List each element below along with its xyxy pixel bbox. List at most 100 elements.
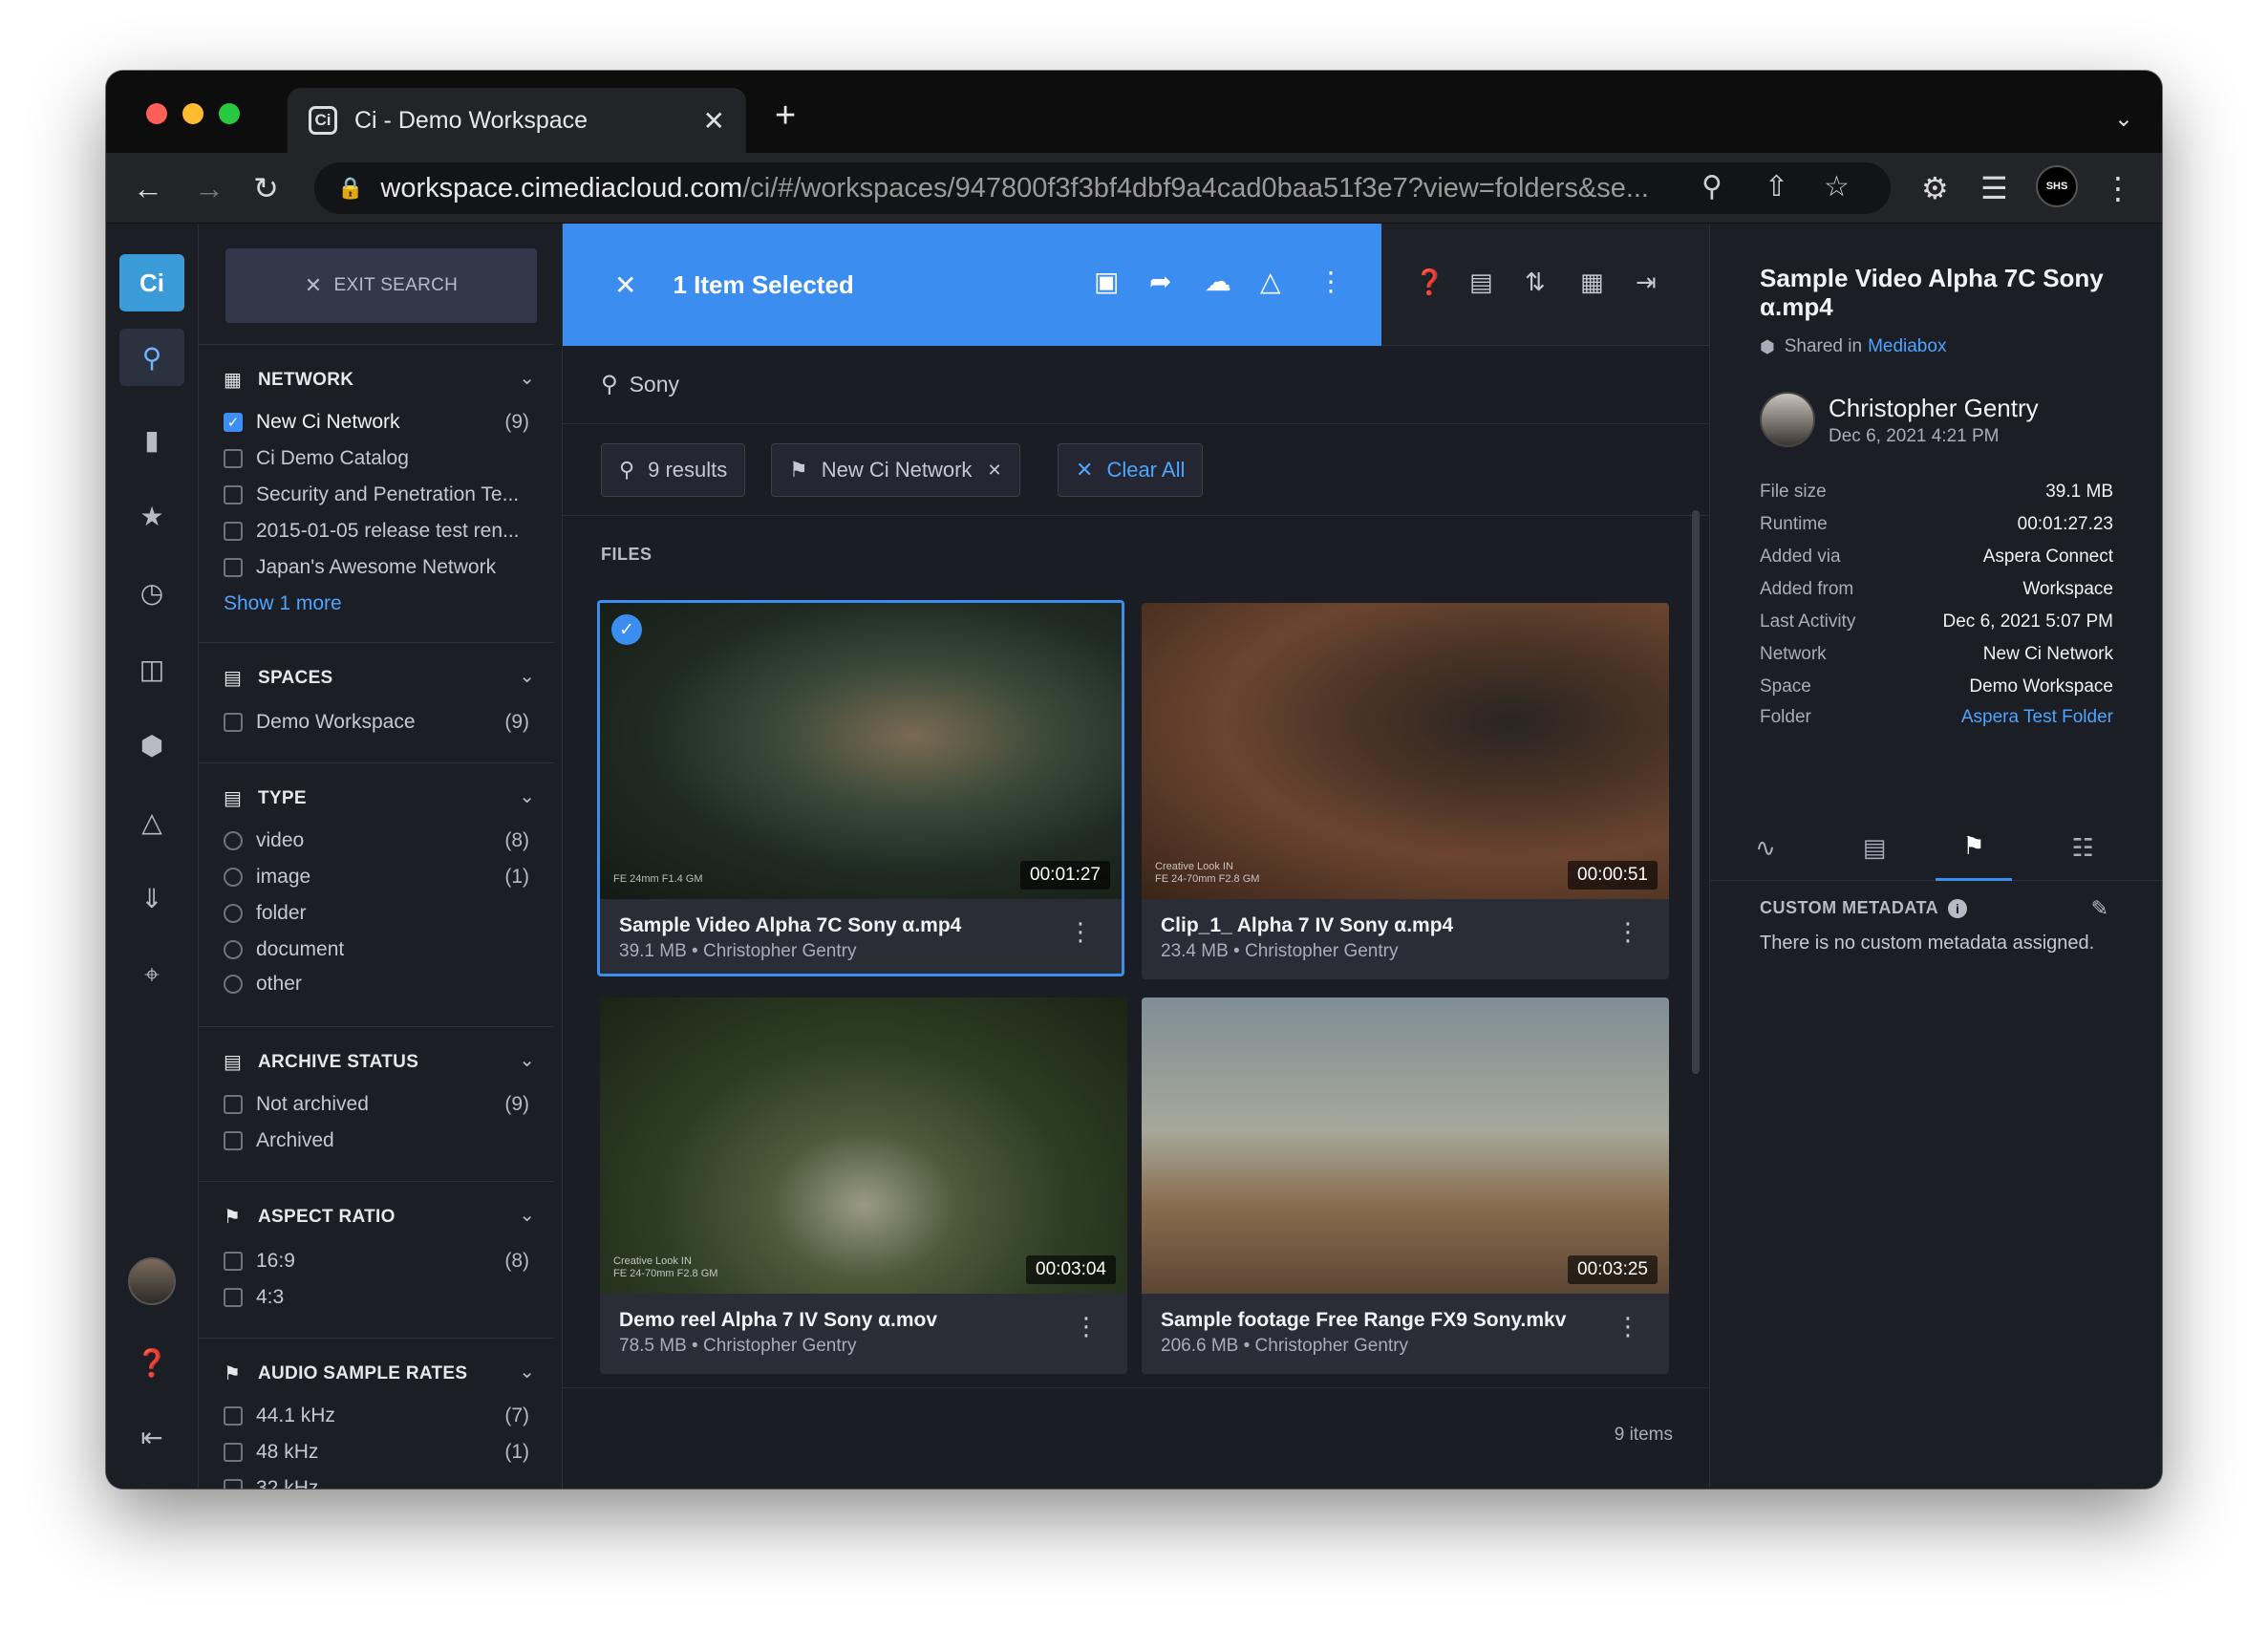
more-vertical-icon[interactable]: ⋮ bbox=[1317, 266, 1344, 297]
new-tab-button[interactable]: + bbox=[775, 97, 796, 134]
tab-close-icon[interactable]: ✕ bbox=[703, 105, 725, 137]
radio[interactable] bbox=[224, 940, 243, 959]
more-vertical-icon[interactable]: ⋮ bbox=[1615, 919, 1640, 944]
search-input[interactable]: ⚲ Sony bbox=[563, 346, 1709, 424]
filter-option[interactable]: Archived bbox=[224, 1126, 529, 1155]
filter-option[interactable]: 2015-01-05 release test ren... bbox=[224, 517, 529, 546]
radio[interactable] bbox=[224, 831, 243, 850]
cloud-outline-icon[interactable]: △ bbox=[1260, 266, 1281, 297]
filter-option[interactable]: ✓ New Ci Network (9) bbox=[224, 408, 529, 437]
chevron-down-icon[interactable]: ⌄ bbox=[519, 784, 535, 808]
filter-option[interactable]: Demo Workspace (9) bbox=[224, 708, 529, 737]
sort-icon[interactable]: ⇅ bbox=[1525, 268, 1546, 297]
minimize-window-button[interactable] bbox=[182, 103, 203, 124]
filter-option[interactable]: 32 kHz bbox=[224, 1474, 529, 1489]
download-icon[interactable]: ⇓ bbox=[119, 869, 184, 927]
file-card[interactable]: FE 24mm F1.4 GM 00:01:27 ✓ Sample Video … bbox=[597, 600, 1124, 976]
section-header[interactable]: ▤ ARCHIVE STATUS bbox=[224, 1050, 418, 1074]
more-vertical-icon[interactable]: ⋮ bbox=[1074, 1314, 1099, 1339]
back-icon[interactable]: ← bbox=[133, 170, 163, 206]
filter-option[interactable]: 16:9 (8) bbox=[224, 1247, 529, 1276]
browser-tab[interactable]: Ci Ci - Demo Workspace ✕ bbox=[288, 88, 746, 153]
user-avatar[interactable] bbox=[128, 1257, 176, 1305]
checkbox[interactable] bbox=[224, 713, 243, 732]
results-scrollbar[interactable] bbox=[1692, 510, 1700, 1074]
checkbox[interactable] bbox=[224, 1443, 243, 1462]
edit-pencil-icon[interactable]: ✎ bbox=[2091, 896, 2108, 921]
filter-option[interactable]: Japan's Awesome Network bbox=[224, 553, 529, 582]
info-icon[interactable]: i bbox=[1948, 898, 1968, 918]
profile-avatar[interactable]: SHS bbox=[2036, 165, 2078, 207]
checkbox[interactable] bbox=[224, 1095, 243, 1114]
filter-option[interactable]: Not archived (9) bbox=[224, 1090, 529, 1119]
zoom-window-button[interactable] bbox=[219, 103, 240, 124]
forward-icon[interactable]: → bbox=[194, 170, 225, 206]
clear-selection-icon[interactable]: ✕ bbox=[614, 269, 636, 301]
zoom-icon[interactable]: ⚲ bbox=[1701, 170, 1722, 204]
filter-option[interactable]: video (8) bbox=[224, 826, 529, 855]
video-thumbnail[interactable]: Creative Look IN FE 24-70mm F2.8 GM 00:0… bbox=[600, 997, 1127, 1294]
cloud-download-icon[interactable]: ☁ bbox=[1205, 266, 1231, 297]
chevron-down-icon[interactable]: ⌄ bbox=[519, 1360, 535, 1383]
checkbox[interactable] bbox=[224, 1131, 243, 1150]
target-icon[interactable]: ⌖ bbox=[119, 946, 184, 1003]
help-icon[interactable]: ❓ bbox=[1414, 268, 1444, 297]
clear-all-button[interactable]: ✕ Clear All bbox=[1058, 443, 1204, 497]
image-icon[interactable]: ▣ bbox=[1094, 266, 1119, 297]
section-header[interactable]: ▤ SPACES bbox=[224, 666, 333, 690]
file-card[interactable]: 00:03:25 Sample footage Free Range FX9 S… bbox=[1142, 997, 1669, 1374]
tab-tag-icon[interactable]: ⚑ bbox=[1936, 814, 2012, 881]
share-arrow-icon[interactable]: ➦ bbox=[1149, 266, 1171, 297]
folder-icon[interactable]: ▮ bbox=[119, 411, 184, 468]
video-thumbnail[interactable]: 00:03:25 bbox=[1142, 997, 1669, 1294]
more-vertical-icon[interactable]: ⋮ bbox=[1615, 1314, 1640, 1339]
cloud-icon[interactable]: △ bbox=[119, 793, 184, 850]
share-icon[interactable]: ⇧ bbox=[1765, 170, 1788, 204]
more-vertical-icon[interactable]: ⋮ bbox=[1068, 919, 1093, 944]
chevron-down-icon[interactable]: ⌄ bbox=[519, 1203, 535, 1227]
folder-link[interactable]: Aspera Test Folder bbox=[1961, 707, 2113, 728]
extensions-icon[interactable]: ⚙ bbox=[1921, 170, 1949, 206]
checkbox[interactable] bbox=[224, 1252, 243, 1271]
search-icon[interactable]: ⚲ bbox=[119, 329, 184, 386]
network-chip[interactable]: ⚑ New Ci Network ✕ bbox=[771, 443, 1020, 497]
remove-chip-icon[interactable]: ✕ bbox=[987, 461, 1001, 481]
chevron-down-icon[interactable]: ⌄ bbox=[519, 1048, 535, 1072]
reload-icon[interactable]: ↻ bbox=[253, 170, 279, 206]
section-header[interactable]: ▦ NETWORK bbox=[224, 368, 353, 392]
radio[interactable] bbox=[224, 868, 243, 887]
filter-option[interactable]: folder bbox=[224, 899, 529, 928]
filter-option[interactable]: Security and Penetration Te... bbox=[224, 481, 529, 509]
filter-option[interactable]: 44.1 kHz (7) bbox=[224, 1402, 529, 1430]
ci-logo[interactable]: Ci bbox=[119, 254, 184, 311]
checkbox[interactable] bbox=[224, 1288, 243, 1307]
checkbox[interactable] bbox=[224, 522, 243, 541]
radio[interactable] bbox=[224, 904, 243, 923]
filter-option[interactable]: document bbox=[224, 935, 529, 964]
chevron-down-icon[interactable]: ⌄ bbox=[519, 366, 535, 390]
checkbox[interactable] bbox=[224, 1479, 243, 1489]
tab-sliders-icon[interactable]: ☷ bbox=[2044, 814, 2121, 881]
bookmark-star-icon[interactable]: ☆ bbox=[1824, 170, 1850, 204]
export-icon[interactable]: ⇥ bbox=[1636, 268, 1657, 297]
show-more-link[interactable]: Show 1 more bbox=[224, 590, 529, 618]
checkbox-checked[interactable]: ✓ bbox=[224, 413, 243, 432]
tab-activity-icon[interactable]: ∿ bbox=[1727, 814, 1804, 881]
section-header[interactable]: ⚑ AUDIO SAMPLE RATES bbox=[224, 1362, 467, 1385]
clock-icon[interactable]: ◷ bbox=[119, 564, 184, 621]
file-card[interactable]: Creative Look IN FE 24-70mm F2.8 GM 00:0… bbox=[600, 997, 1127, 1374]
tab-search-chevron-icon[interactable]: ⌄ bbox=[2114, 105, 2133, 133]
video-thumbnail[interactable]: FE 24mm F1.4 GM 00:01:27 bbox=[600, 603, 1122, 899]
close-window-button[interactable] bbox=[146, 103, 167, 124]
chevron-down-icon[interactable]: ⌄ bbox=[519, 664, 535, 688]
section-header[interactable]: ⚑ ASPECT RATIO bbox=[224, 1205, 396, 1229]
checkbox[interactable] bbox=[224, 1406, 243, 1426]
selected-check-icon[interactable]: ✓ bbox=[611, 614, 642, 645]
checkbox[interactable] bbox=[224, 485, 243, 504]
media-control-icon[interactable]: ☰ bbox=[1980, 170, 2008, 206]
cube-icon[interactable]: ⬢ bbox=[119, 717, 184, 774]
exit-search-button[interactable]: ✕ EXIT SEARCH bbox=[225, 248, 537, 323]
browser-menu-icon[interactable]: ⋮ bbox=[2103, 170, 2133, 206]
filter-option[interactable]: 48 kHz (1) bbox=[224, 1438, 529, 1467]
address-bar[interactable]: 🔒 workspace.cimediacloud.com/ci/#/worksp… bbox=[314, 162, 1891, 214]
